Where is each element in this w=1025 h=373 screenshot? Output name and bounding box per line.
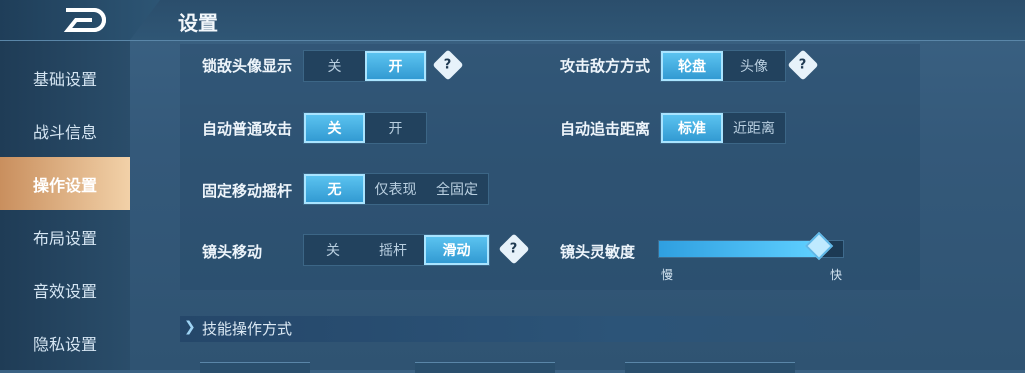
top-bar: 设置 (0, 0, 1025, 41)
page-title: 设置 (178, 11, 218, 35)
chevron-right-icon: ❯ (184, 319, 196, 335)
back-arrow-icon (63, 8, 107, 32)
sidebar-item-sound[interactable]: 音效设置 (0, 263, 130, 316)
fixed-joystick-full[interactable]: 全固定 (426, 174, 488, 204)
camera-sensitivity-label: 镜头灵敏度 (560, 243, 636, 261)
slider-fill (659, 241, 820, 257)
lock-enemy-avatar-label: 锁敌头像显示 (202, 57, 293, 75)
auto-chase-label: 自动追击距离 (560, 120, 651, 138)
auto-attack-off[interactable]: 关 (304, 113, 365, 143)
help-glyph: ? (799, 57, 807, 73)
auto-chase-toggle: 标准 近距离 (660, 112, 786, 144)
fixed-joystick-label: 固定移动摇杆 (202, 182, 293, 200)
camera-move-toggle: 关 摇杆 滑动 (303, 234, 490, 266)
camera-move-joystick[interactable]: 摇杆 (362, 235, 424, 265)
fixed-joystick-none[interactable]: 无 (304, 174, 365, 204)
lock-enemy-avatar-on[interactable]: 开 (365, 51, 426, 81)
camera-move-off[interactable]: 关 (304, 235, 362, 265)
attack-mode-wheel[interactable]: 轮盘 (661, 51, 723, 81)
help-glyph: ? (444, 57, 452, 73)
partial-row (415, 362, 555, 373)
auto-chase-standard[interactable]: 标准 (661, 113, 723, 143)
attack-mode-avatar[interactable]: 头像 (723, 51, 785, 81)
sidebar-item-basic[interactable]: 基础设置 (0, 51, 130, 104)
partial-row (200, 362, 310, 373)
sidebar-item-privacy[interactable]: 隐私设置 (0, 316, 130, 369)
sidebar: 基础设置 战斗信息 操作设置 布局设置 音效设置 隐私设置 (0, 41, 130, 370)
attack-mode-label: 攻击敌方方式 (560, 57, 651, 75)
sidebar-item-controls[interactable]: 操作设置 (0, 157, 130, 210)
slider-min-label: 慢 (661, 268, 674, 282)
lock-enemy-avatar-off[interactable]: 关 (304, 51, 365, 81)
camera-sensitivity-slider[interactable] (658, 231, 844, 261)
sidebar-item-battle-info[interactable]: 战斗信息 (0, 104, 130, 157)
sidebar-item-layout[interactable]: 布局设置 (0, 210, 130, 263)
section-title: 技能操作方式 (202, 320, 293, 338)
attack-mode-toggle: 轮盘 头像 (660, 50, 786, 82)
auto-chase-near[interactable]: 近距离 (723, 113, 785, 143)
partial-row (625, 362, 795, 373)
auto-attack-on[interactable]: 开 (365, 113, 426, 143)
slider-max-label: 快 (830, 268, 843, 282)
lock-enemy-avatar-toggle: 关 开 (303, 50, 427, 82)
camera-move-swipe[interactable]: 滑动 (424, 235, 489, 265)
camera-move-label: 镜头移动 (202, 243, 263, 261)
back-button[interactable] (0, 0, 160, 40)
fixed-joystick-visual[interactable]: 仅表现 (365, 174, 426, 204)
help-glyph: ? (510, 241, 518, 257)
auto-attack-toggle: 关 开 (303, 112, 427, 144)
auto-attack-label: 自动普通攻击 (202, 120, 293, 138)
fixed-joystick-toggle: 无 仅表现 全固定 (303, 173, 489, 205)
